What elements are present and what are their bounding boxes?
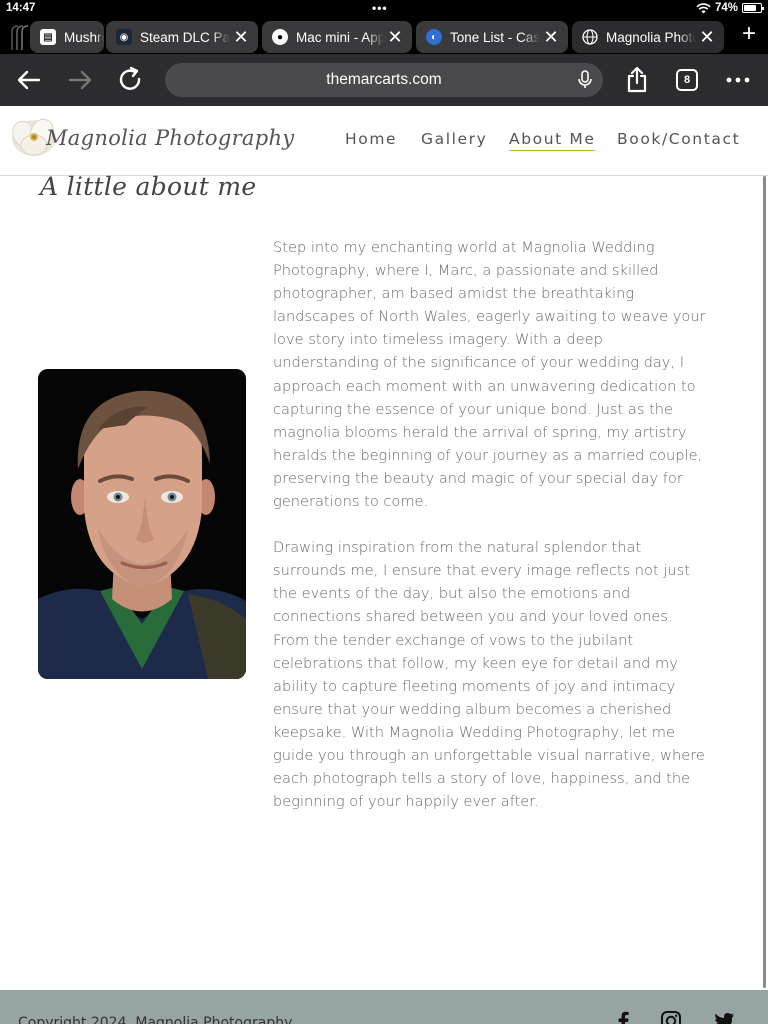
status-bar: 14:47 ••• 74%: [0, 0, 768, 18]
multitasking-dots-icon[interactable]: •••: [372, 1, 388, 15]
microphone-icon[interactable]: [577, 70, 593, 90]
status-indicators: 74%: [696, 2, 764, 14]
browser-toolbar: themarcarts.com 8: [0, 54, 768, 106]
page-scrollbar[interactable]: [763, 176, 766, 988]
apple-icon: ●: [272, 29, 288, 45]
about-bio: Step into my enchanting world at Magnoli…: [273, 236, 709, 836]
tab-title: Mushrooms: [64, 29, 104, 45]
close-tab-icon[interactable]: ✕: [384, 27, 406, 48]
tab-title: Steam DLC Page: [140, 29, 230, 45]
close-tab-icon[interactable]: ✕: [696, 27, 718, 48]
battery-icon: [742, 3, 764, 13]
site-footer: Copyright 2024, Magnolia Photography: [0, 990, 768, 1024]
logo-wordmark: Magnolia Photography: [46, 126, 295, 150]
tab-stack-icon: [11, 25, 29, 50]
portrait-image: [38, 369, 246, 679]
wifi-icon: [696, 2, 711, 13]
back-arrow-icon[interactable]: [15, 66, 43, 94]
tab-count-button[interactable]: 8: [676, 69, 698, 91]
instagram-icon[interactable]: [660, 1010, 682, 1024]
forward-arrow-icon[interactable]: [66, 66, 94, 94]
tab-mushrooms[interactable]: ▤ Mushrooms: [30, 21, 104, 53]
close-tab-icon[interactable]: ✕: [540, 27, 562, 48]
site-logo[interactable]: Magnolia Photography: [10, 114, 294, 162]
more-options-icon[interactable]: [724, 66, 752, 94]
close-tab-icon[interactable]: ✕: [230, 27, 252, 48]
nav-about-me[interactable]: About Me: [509, 130, 596, 151]
tab-strip: ▤ Mushrooms ◉ Steam DLC Page ✕ ● Mac min…: [0, 18, 768, 54]
nav-home[interactable]: Home: [345, 130, 397, 148]
site-header: Magnolia Photography Home Gallery About …: [0, 106, 768, 176]
share-icon[interactable]: [623, 66, 651, 94]
reload-icon[interactable]: [117, 66, 145, 94]
clock: 14:47: [6, 2, 36, 14]
tab-magnolia[interactable]: Magnolia Photography ✕: [572, 21, 724, 53]
steam-icon: ◉: [116, 29, 132, 45]
news-icon: ▤: [40, 29, 56, 45]
tone-icon: ◐: [426, 29, 442, 45]
tab-title: Mac mini - Apple: [296, 29, 384, 45]
new-tab-icon[interactable]: +: [742, 20, 756, 48]
page-title: A little about me: [40, 172, 257, 201]
battery-percent: 74%: [714, 2, 738, 14]
tab-title: Magnolia Photography: [606, 29, 696, 45]
nav-gallery[interactable]: Gallery: [421, 130, 487, 148]
facebook-icon[interactable]: [612, 1010, 634, 1024]
tab-steam[interactable]: ◉ Steam DLC Page ✕: [106, 21, 258, 53]
bio-paragraph: Step into my enchanting world at Magnoli…: [273, 239, 706, 511]
photographer-portrait: [38, 369, 246, 679]
tab-tone-list[interactable]: ◐ Tone List - Cast ✕: [416, 21, 568, 53]
globe-icon: [582, 29, 598, 45]
copyright-text: Copyright 2024, Magnolia Photography: [18, 1015, 293, 1024]
address-bar[interactable]: themarcarts.com: [165, 63, 603, 97]
tab-title: Tone List - Cast: [450, 29, 540, 45]
url-text: themarcarts.com: [326, 71, 442, 88]
twitter-icon[interactable]: [713, 1010, 735, 1024]
nav-book-contact[interactable]: Book/Contact: [617, 130, 740, 148]
bio-paragraph: Drawing inspiration from the natural spl…: [273, 539, 705, 811]
tab-mac-mini[interactable]: ● Mac mini - Apple ✕: [262, 21, 412, 53]
